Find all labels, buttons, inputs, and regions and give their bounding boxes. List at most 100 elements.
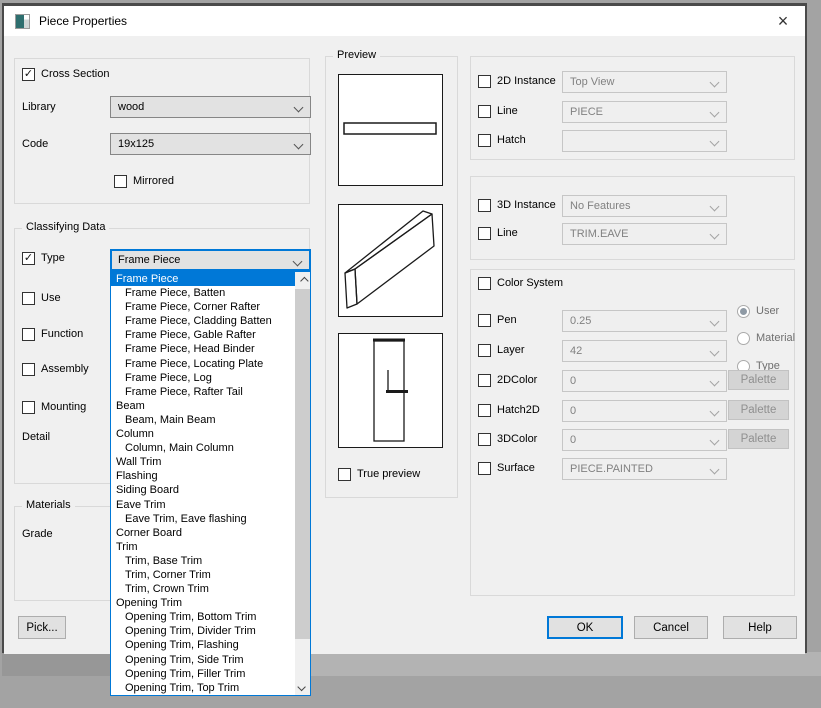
dropdown-item[interactable]: Opening Trim <box>111 596 295 610</box>
chevron-down-icon <box>710 407 720 417</box>
hatch-checkbox[interactable] <box>478 134 491 147</box>
grade-label: Grade <box>22 528 53 540</box>
cross-section-checkbox[interactable] <box>22 68 35 81</box>
chevron-down-icon <box>293 257 303 267</box>
2dcolor-checkbox[interactable] <box>478 374 491 387</box>
material-radio[interactable] <box>737 332 750 345</box>
2dcolor-value: 0 <box>570 375 576 387</box>
dropdown-item[interactable]: Beam, Main Beam <box>111 413 295 427</box>
dropdown-item[interactable]: Frame Piece, Head Binder <box>111 342 295 356</box>
palette-button-hatch2d[interactable]: Palette <box>728 400 789 420</box>
surface-combo[interactable]: PIECE.PAINTED <box>562 458 727 480</box>
layer-value: 42 <box>570 345 582 357</box>
palette-button-3dcolor[interactable]: Palette <box>728 429 789 449</box>
2d-instance-checkbox[interactable] <box>478 75 491 88</box>
type-checkbox[interactable] <box>22 252 35 265</box>
user-radio[interactable] <box>737 305 750 318</box>
hatch-combo[interactable] <box>562 130 727 152</box>
2dcolor-combo[interactable]: 0 <box>562 370 727 392</box>
dropdown-item[interactable]: Opening Trim, Side Trim <box>111 653 295 667</box>
dropdown-item[interactable]: Opening Trim, Divider Trim <box>111 624 295 638</box>
palette-button-2dcolor[interactable]: Palette <box>728 370 789 390</box>
layer-combo[interactable]: 42 <box>562 340 727 362</box>
dropdown-item[interactable]: Opening Trim, Top Trim <box>111 681 295 695</box>
dropdown-item[interactable]: Wall Trim <box>111 455 295 469</box>
type-dropdown-items: Frame Piece Frame Piece, Batten Frame Pi… <box>111 272 295 695</box>
use-label: Use <box>41 292 61 304</box>
materials-group-label: Materials <box>22 499 75 511</box>
3d-instance-checkbox[interactable] <box>478 199 491 212</box>
function-label: Function <box>41 328 83 340</box>
code-combo[interactable]: 19x125 <box>110 133 311 155</box>
dropdown-item[interactable]: Frame Piece, Cladding Batten <box>111 314 295 328</box>
scrollbar-thumb[interactable] <box>295 289 310 639</box>
true-preview-checkbox[interactable] <box>338 468 351 481</box>
type-combo[interactable]: Frame Piece <box>110 249 311 271</box>
preview-end-profile-view <box>338 333 443 448</box>
surface-checkbox[interactable] <box>478 462 491 475</box>
3d-line-value: TRIM.EAVE <box>570 228 628 240</box>
ok-button[interactable]: OK <box>547 616 623 639</box>
dropdown-item[interactable]: Flashing <box>111 469 295 483</box>
function-checkbox[interactable] <box>22 328 35 341</box>
pen-checkbox[interactable] <box>478 314 491 327</box>
title-bar[interactable]: Piece Properties × <box>4 6 805 36</box>
dropdown-item[interactable]: Eave Trim <box>111 498 295 512</box>
dropdown-item[interactable]: Opening Trim, Filler Trim <box>111 667 295 681</box>
mirrored-checkbox[interactable] <box>114 175 127 188</box>
dropdown-item[interactable]: Frame Piece, Log <box>111 371 295 385</box>
dropdown-scrollbar[interactable] <box>295 272 310 695</box>
dropdown-item[interactable]: Corner Board <box>111 526 295 540</box>
pick-button[interactable]: Pick... <box>18 616 66 639</box>
3d-line-combo[interactable]: TRIM.EAVE <box>562 223 727 245</box>
scroll-down-icon[interactable] <box>295 678 310 695</box>
dropdown-item[interactable]: Frame Piece <box>111 272 295 286</box>
hatch2d-label: Hatch2D <box>497 404 540 416</box>
dropdown-item[interactable]: Column, Main Column <box>111 441 295 455</box>
hatch2d-combo[interactable]: 0 <box>562 400 727 422</box>
close-icon[interactable]: × <box>761 6 805 36</box>
dropdown-item[interactable]: Opening Trim, Bottom Trim <box>111 610 295 624</box>
type-dropdown-list: Frame Piece Frame Piece, Batten Frame Pi… <box>110 271 311 696</box>
dropdown-item[interactable]: Opening Trim, Flashing <box>111 638 295 652</box>
dropdown-item[interactable]: Frame Piece, Gable Rafter <box>111 328 295 342</box>
help-button[interactable]: Help <box>723 616 797 639</box>
dropdown-item[interactable]: Trim, Crown Trim <box>111 582 295 596</box>
dropdown-item[interactable]: Trim, Base Trim <box>111 554 295 568</box>
3d-line-checkbox[interactable] <box>478 227 491 240</box>
chevron-down-icon <box>710 202 720 212</box>
dropdown-item[interactable]: Frame Piece, Rafter Tail <box>111 385 295 399</box>
dropdown-item[interactable]: Trim, Corner Trim <box>111 568 295 582</box>
dropdown-item[interactable]: Frame Piece, Batten <box>111 286 295 300</box>
chevron-down-icon <box>710 108 720 118</box>
library-value: wood <box>118 101 144 113</box>
dropdown-item[interactable]: Trim <box>111 540 295 554</box>
dropdown-item[interactable]: Frame Piece, Corner Rafter <box>111 300 295 314</box>
use-checkbox[interactable] <box>22 292 35 305</box>
library-combo[interactable]: wood <box>110 96 311 118</box>
scroll-up-icon[interactable] <box>295 272 310 289</box>
2d-line-combo[interactable]: PIECE <box>562 101 727 123</box>
dropdown-item[interactable]: Siding Board <box>111 483 295 497</box>
cancel-button[interactable]: Cancel <box>634 616 708 639</box>
layer-checkbox[interactable] <box>478 344 491 357</box>
3dcolor-combo[interactable]: 0 <box>562 429 727 451</box>
preview-group-label: Preview <box>333 49 380 61</box>
chevron-down-icon <box>710 317 720 327</box>
2d-line-checkbox[interactable] <box>478 105 491 118</box>
pen-combo[interactable]: 0.25 <box>562 310 727 332</box>
dropdown-item[interactable]: Column <box>111 427 295 441</box>
assembly-checkbox[interactable] <box>22 363 35 376</box>
dropdown-item[interactable]: Beam <box>111 399 295 413</box>
dropdown-item[interactable]: Frame Piece, Locating Plate <box>111 357 295 371</box>
2d-instance-combo[interactable]: Top View <box>562 71 727 93</box>
chevron-down-icon <box>294 140 304 150</box>
mounting-checkbox[interactable] <box>22 401 35 414</box>
3d-instance-combo[interactable]: No Features <box>562 195 727 217</box>
3dcolor-checkbox[interactable] <box>478 433 491 446</box>
color-system-checkbox[interactable] <box>478 277 491 290</box>
3d-instance-label: 3D Instance <box>497 199 556 211</box>
dropdown-item[interactable]: Eave Trim, Eave flashing <box>111 512 295 526</box>
detail-label: Detail <box>22 431 50 443</box>
hatch2d-checkbox[interactable] <box>478 404 491 417</box>
